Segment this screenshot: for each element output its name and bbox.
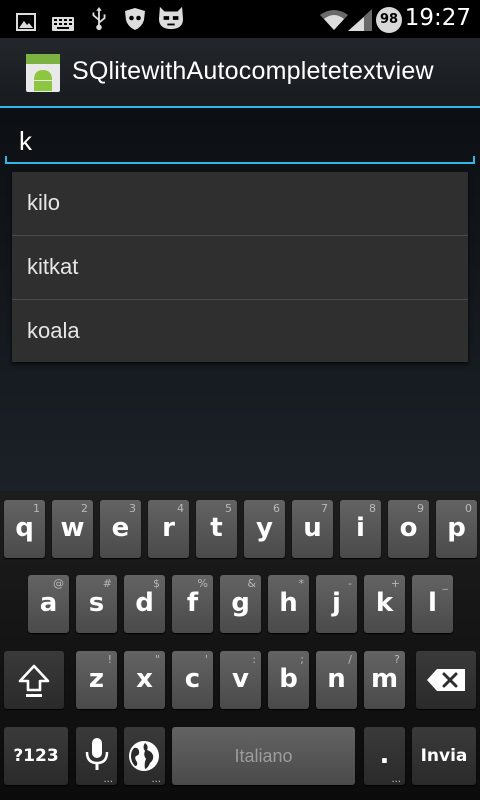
key-label: c	[184, 664, 201, 694]
shield-icon	[125, 8, 145, 30]
key-label: b	[279, 664, 298, 694]
suggestions-dropdown: kilo kitkat koala	[12, 172, 468, 362]
key-label: a	[39, 588, 58, 618]
space-key[interactable]: Italiano	[172, 727, 355, 785]
key-label: g	[231, 588, 250, 618]
key-w[interactable]: 2w	[52, 500, 93, 558]
suggestion-label: kilo	[27, 190, 61, 215]
key-z[interactable]: ! z	[76, 651, 117, 709]
key-label: m	[370, 664, 399, 694]
key-a[interactable]: @ a	[28, 575, 69, 633]
image-icon	[16, 13, 36, 31]
key-label: ?123	[13, 746, 59, 766]
key-t[interactable]: 5t	[196, 500, 237, 558]
enter-key[interactable]: Invia	[412, 727, 476, 785]
key-label: u	[303, 513, 322, 543]
key-v[interactable]: :v	[220, 651, 261, 709]
space-key-label: Italiano	[234, 746, 293, 766]
key-label: o	[399, 513, 418, 543]
key-label: t	[210, 513, 223, 543]
key-f[interactable]: % f	[172, 575, 213, 633]
key-label: l	[428, 588, 437, 618]
action-bar: SQlitewithAutocompletetextview	[0, 38, 480, 108]
keyboard-icon	[52, 17, 74, 31]
key-label: x	[136, 664, 153, 694]
key-label: d	[135, 588, 154, 618]
backspace-icon	[427, 669, 465, 691]
shift-icon	[18, 664, 50, 697]
key-b[interactable]: ; b	[268, 651, 309, 709]
key-label: q	[15, 513, 34, 543]
key-g[interactable]: & g	[220, 575, 261, 633]
wifi-icon	[320, 10, 348, 30]
key-label: k	[375, 588, 394, 618]
key-q[interactable]: 1q	[4, 500, 45, 558]
shift-key[interactable]	[4, 651, 64, 709]
autocomplete-input[interactable]: k	[5, 118, 475, 164]
key-label: i	[356, 513, 365, 543]
key-y[interactable]: 6y	[244, 500, 285, 558]
language-key[interactable]: ...	[124, 727, 165, 785]
key-x[interactable]: " x	[124, 651, 165, 709]
autocomplete-input-value: k	[19, 126, 32, 156]
key-label: y	[256, 513, 273, 543]
key-label: v	[232, 664, 249, 694]
key-label: p	[447, 513, 466, 543]
suggestion-item[interactable]: kilo	[12, 172, 468, 235]
voice-input-key[interactable]: ...	[76, 727, 117, 785]
more-options-dots: ...	[151, 774, 161, 785]
cyanogen-icon	[159, 6, 183, 30]
key-label: w	[60, 513, 85, 543]
soft-keyboard: 1q 2w 3e 4r 5t 6y 7u 8i 9o 0p @ a # s $ d %…	[0, 491, 480, 800]
status-bar: 98 19:27	[0, 0, 480, 38]
key-s[interactable]: # s	[76, 575, 117, 633]
key-label: h	[279, 588, 298, 618]
more-options-dots: ...	[103, 774, 113, 785]
signal-icon	[348, 9, 372, 31]
key-label: .	[379, 740, 390, 770]
key-label: e	[111, 513, 130, 543]
backspace-key[interactable]	[416, 651, 476, 709]
key-label: j	[332, 588, 341, 618]
key-h[interactable]: * h	[268, 575, 309, 633]
key-e[interactable]: 3e	[100, 500, 141, 558]
key-d[interactable]: $ d	[124, 575, 165, 633]
key-o[interactable]: 9o	[388, 500, 429, 558]
usb-icon	[92, 7, 106, 31]
main-content: k kilo kitkat koala	[0, 108, 480, 491]
suggestion-item[interactable]: koala	[12, 300, 468, 363]
key-p[interactable]: 0p	[436, 500, 477, 558]
key-n[interactable]: / n	[316, 651, 357, 709]
key-label: r	[162, 513, 175, 543]
key-i[interactable]: 8i	[340, 500, 381, 558]
suggestion-label: koala	[27, 318, 80, 343]
suggestion-label: kitkat	[27, 254, 79, 279]
more-options-dots: ...	[391, 774, 401, 785]
battery-indicator: 98	[376, 7, 402, 33]
key-m[interactable]: ? m	[364, 651, 405, 709]
clock: 19:27	[404, 5, 471, 31]
key-c[interactable]: ' c	[172, 651, 213, 709]
key-label: f	[186, 588, 199, 618]
input-underline	[5, 162, 475, 164]
key-label: n	[327, 664, 346, 694]
globe-icon	[129, 741, 159, 771]
key-label: z	[88, 664, 105, 694]
key-label: Invia	[420, 746, 468, 766]
period-key[interactable]: . ...	[364, 727, 405, 785]
android-app-icon	[26, 54, 60, 92]
key-r[interactable]: 4r	[148, 500, 189, 558]
app-title: SQlitewithAutocompletetextview	[72, 57, 434, 85]
key-j[interactable]: -j	[316, 575, 357, 633]
key-u[interactable]: 7u	[292, 500, 333, 558]
suggestion-item[interactable]: kitkat	[12, 236, 468, 299]
symbols-key[interactable]: ?123	[4, 727, 68, 785]
microphone-icon	[85, 738, 109, 770]
key-k[interactable]: + k	[364, 575, 405, 633]
key-l[interactable]: _ l	[412, 575, 453, 633]
key-label: s	[88, 588, 105, 618]
